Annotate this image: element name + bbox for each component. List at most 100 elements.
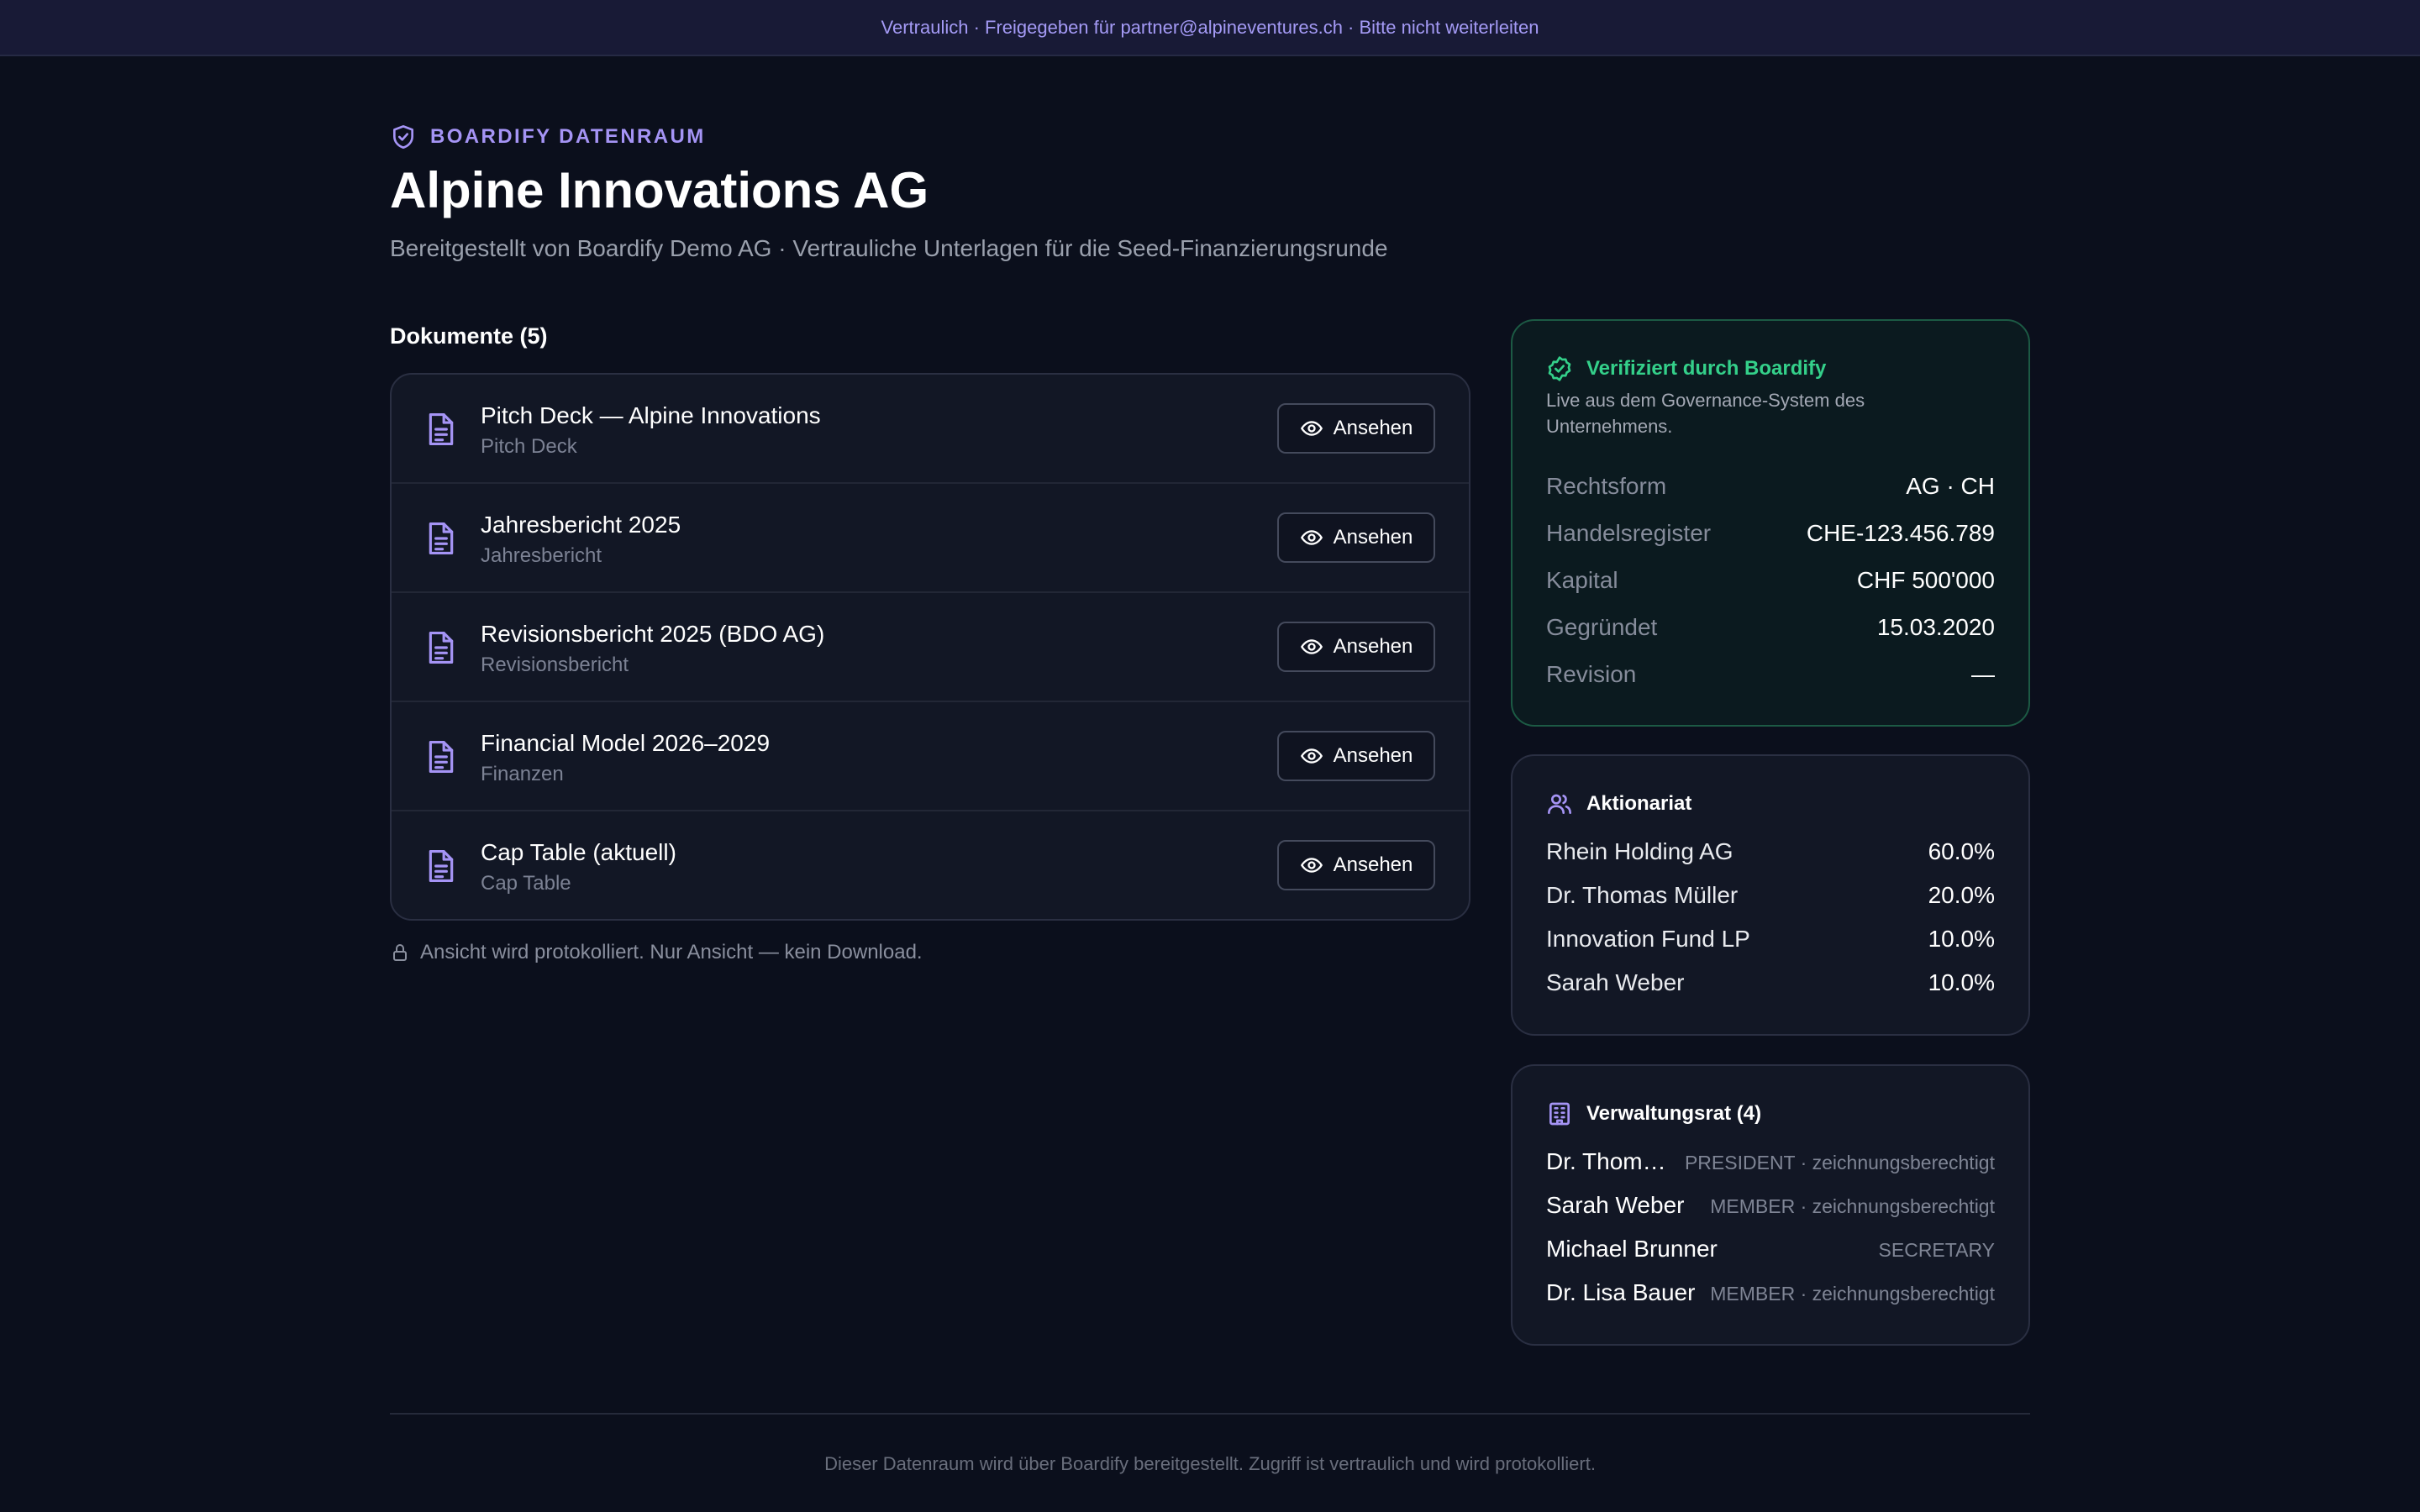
- footer-divider: [390, 1413, 2030, 1415]
- document-text-icon: [429, 522, 454, 554]
- board-member-row: Michael Brunner SECRETARY: [1546, 1236, 1995, 1263]
- verified-description: Live aus dem Governance-System des Unter…: [1546, 390, 1865, 437]
- shareholders-header: Aktionariat: [1546, 790, 1691, 817]
- documents-list: Pitch Deck — Alpine Innovations Pitch De…: [390, 373, 1470, 921]
- shareholder-share: 20.0%: [1928, 882, 1995, 908]
- document-category: Finanzen: [481, 763, 564, 785]
- document-title: Jahresbericht 2025: [481, 512, 681, 538]
- document-text-icon: [429, 740, 454, 773]
- view-document-button[interactable]: Ansehen: [1277, 840, 1435, 890]
- board-member-role: SECRETARY: [1878, 1239, 1995, 1261]
- document-text-icon: [429, 631, 454, 664]
- board-panel: Verwaltungsrat (4) Dr. Thomas Müller PRE…: [1511, 1064, 2030, 1346]
- document-title: Financial Model 2026–2029: [481, 730, 771, 756]
- fact-row: Gegründet 15.03.2020: [1546, 614, 1995, 641]
- fact-value: AG · CH: [1906, 473, 1995, 499]
- board-member-row: Sarah Weber MEMBER · zeichnungsberechtig…: [1546, 1192, 1995, 1219]
- documents-heading: Dokumente (5): [390, 323, 548, 349]
- board-member-name: Dr. Thomas Müller: [1546, 1148, 1673, 1174]
- verified-title: Verifiziert durch Boardify: [1586, 357, 1827, 380]
- document-text-icon: [429, 849, 454, 882]
- shareholders-title: Aktionariat: [1586, 792, 1692, 815]
- shareholder-row: Sarah Weber 10.0%: [1546, 969, 1995, 996]
- shareholders-panel: Aktionariat Rhein Holding AG 60.0% Dr. T…: [1511, 754, 2030, 1036]
- view-document-button[interactable]: Ansehen: [1277, 731, 1435, 781]
- page-title: Alpine Innovations AG: [390, 162, 929, 218]
- fact-label: Rechtsform: [1546, 473, 1667, 499]
- fact-row: Kapital CHF 500'000: [1546, 567, 1995, 594]
- document-row: Revisionsbericht 2025 (BDO AG) Revisions…: [392, 593, 1469, 702]
- data-room-page: BOARDIFY DATENRAUM Alpine Innovations AG…: [390, 56, 2030, 1512]
- logging-notice: Ansicht wird protokolliert. Nur Ansicht …: [390, 941, 923, 964]
- shareholder-name: Dr. Thomas Müller: [1546, 882, 1739, 908]
- lock-icon: [393, 944, 407, 961]
- badge-check-icon: [1548, 356, 1571, 381]
- shareholder-row: Dr. Thomas Müller 20.0%: [1546, 882, 1995, 909]
- eye-icon: [1300, 639, 1323, 654]
- users-icon: [1548, 794, 1571, 814]
- eye-icon: [1300, 421, 1323, 436]
- footer-text: Dieser Datenraum wird über Boardify bere…: [824, 1453, 1596, 1474]
- verified-header: Verifiziert durch Boardify: [1546, 355, 1826, 382]
- document-text-icon: [429, 413, 454, 446]
- board-title: Verwaltungsrat (4): [1586, 1102, 1762, 1125]
- eye-icon: [1300, 530, 1323, 545]
- board-member-role: MEMBER · zeichnungsberechtigt: [1710, 1195, 1995, 1217]
- fact-label: Handelsregister: [1546, 520, 1712, 546]
- brand-label: BOARDIFY DATENRAUM: [430, 125, 706, 148]
- building-icon: [1549, 1102, 1570, 1126]
- shareholder-name: Rhein Holding AG: [1546, 838, 1733, 864]
- document-title: Cap Table (aktuell): [481, 839, 676, 865]
- shareholder-share: 10.0%: [1928, 969, 1995, 995]
- shareholder-row: Innovation Fund LP 10.0%: [1546, 926, 1995, 953]
- fact-row: Handelsregister CHE-123.456.789: [1546, 520, 1995, 547]
- brand: BOARDIFY DATENRAUM: [390, 123, 706, 150]
- fact-label: Kapital: [1546, 567, 1618, 593]
- shareholder-share: 60.0%: [1928, 838, 1995, 864]
- fact-row: Rechtsform AG · CH: [1546, 473, 1995, 500]
- document-category: Jahresbericht: [481, 544, 602, 567]
- document-category: Revisionsbericht: [481, 654, 629, 676]
- view-document-button[interactable]: Ansehen: [1277, 512, 1435, 563]
- view-document-button[interactable]: Ansehen: [1277, 622, 1435, 672]
- document-row: Financial Model 2026–2029 Finanzen Anseh…: [392, 702, 1469, 811]
- view-button-label: Ansehen: [1333, 635, 1413, 658]
- board-member-row: Dr. Thomas Müller PRESIDENT · zeichnungs…: [1546, 1148, 1995, 1175]
- document-category: Pitch Deck: [481, 435, 577, 458]
- fact-value: CHE-123.456.789: [1806, 520, 1995, 546]
- view-button-label: Ansehen: [1333, 526, 1413, 549]
- document-row: Jahresbericht 2025 Jahresbericht Ansehen: [392, 484, 1469, 593]
- board-member-name: Michael Brunner: [1546, 1236, 1718, 1262]
- verified-company-panel: Verifiziert durch Boardify Live aus dem …: [1511, 319, 2030, 727]
- shareholder-share: 10.0%: [1928, 926, 1995, 952]
- view-button-label: Ansehen: [1333, 417, 1413, 439]
- board-member-row: Dr. Lisa Bauer MEMBER · zeichnungsberech…: [1546, 1279, 1995, 1306]
- view-document-button[interactable]: Ansehen: [1277, 403, 1435, 454]
- shareholder-row: Rhein Holding AG 60.0%: [1546, 838, 1995, 865]
- shareholder-name: Sarah Weber: [1546, 969, 1685, 995]
- confidentiality-banner: Vertraulich · Freigegeben für partner@al…: [0, 0, 2420, 56]
- document-row: Pitch Deck — Alpine Innovations Pitch De…: [392, 375, 1469, 484]
- board-member-role: MEMBER · zeichnungsberechtigt: [1710, 1283, 1995, 1305]
- fact-label: Gegründet: [1546, 614, 1658, 640]
- eye-icon: [1300, 748, 1323, 764]
- board-member-role: PRESIDENT · zeichnungsberechtigt: [1684, 1152, 1995, 1173]
- fact-label: Revision: [1546, 661, 1637, 687]
- fact-value: CHF 500'000: [1856, 567, 1995, 593]
- document-title: Revisionsbericht 2025 (BDO AG): [481, 621, 825, 647]
- fact-row: Revision —: [1546, 661, 1995, 688]
- document-category: Cap Table: [481, 872, 571, 895]
- board-member-name: Dr. Lisa Bauer: [1546, 1279, 1696, 1305]
- logging-notice-text: Ansicht wird protokolliert. Nur Ansicht …: [420, 941, 923, 963]
- fact-value: —: [1971, 661, 1995, 687]
- confidentiality-banner-text: Vertraulich · Freigegeben für partner@al…: [881, 16, 1539, 38]
- view-button-label: Ansehen: [1333, 744, 1413, 767]
- shareholder-name: Innovation Fund LP: [1546, 926, 1750, 952]
- board-header: Verwaltungsrat (4): [1546, 1100, 1761, 1127]
- shield-check-icon: [393, 125, 413, 149]
- page-subtitle: Bereitgestellt von Boardify Demo AG · Ve…: [390, 235, 1388, 261]
- board-member-name: Sarah Weber: [1546, 1192, 1685, 1218]
- document-title: Pitch Deck — Alpine Innovations: [481, 402, 821, 428]
- view-button-label: Ansehen: [1333, 853, 1413, 876]
- eye-icon: [1300, 858, 1323, 873]
